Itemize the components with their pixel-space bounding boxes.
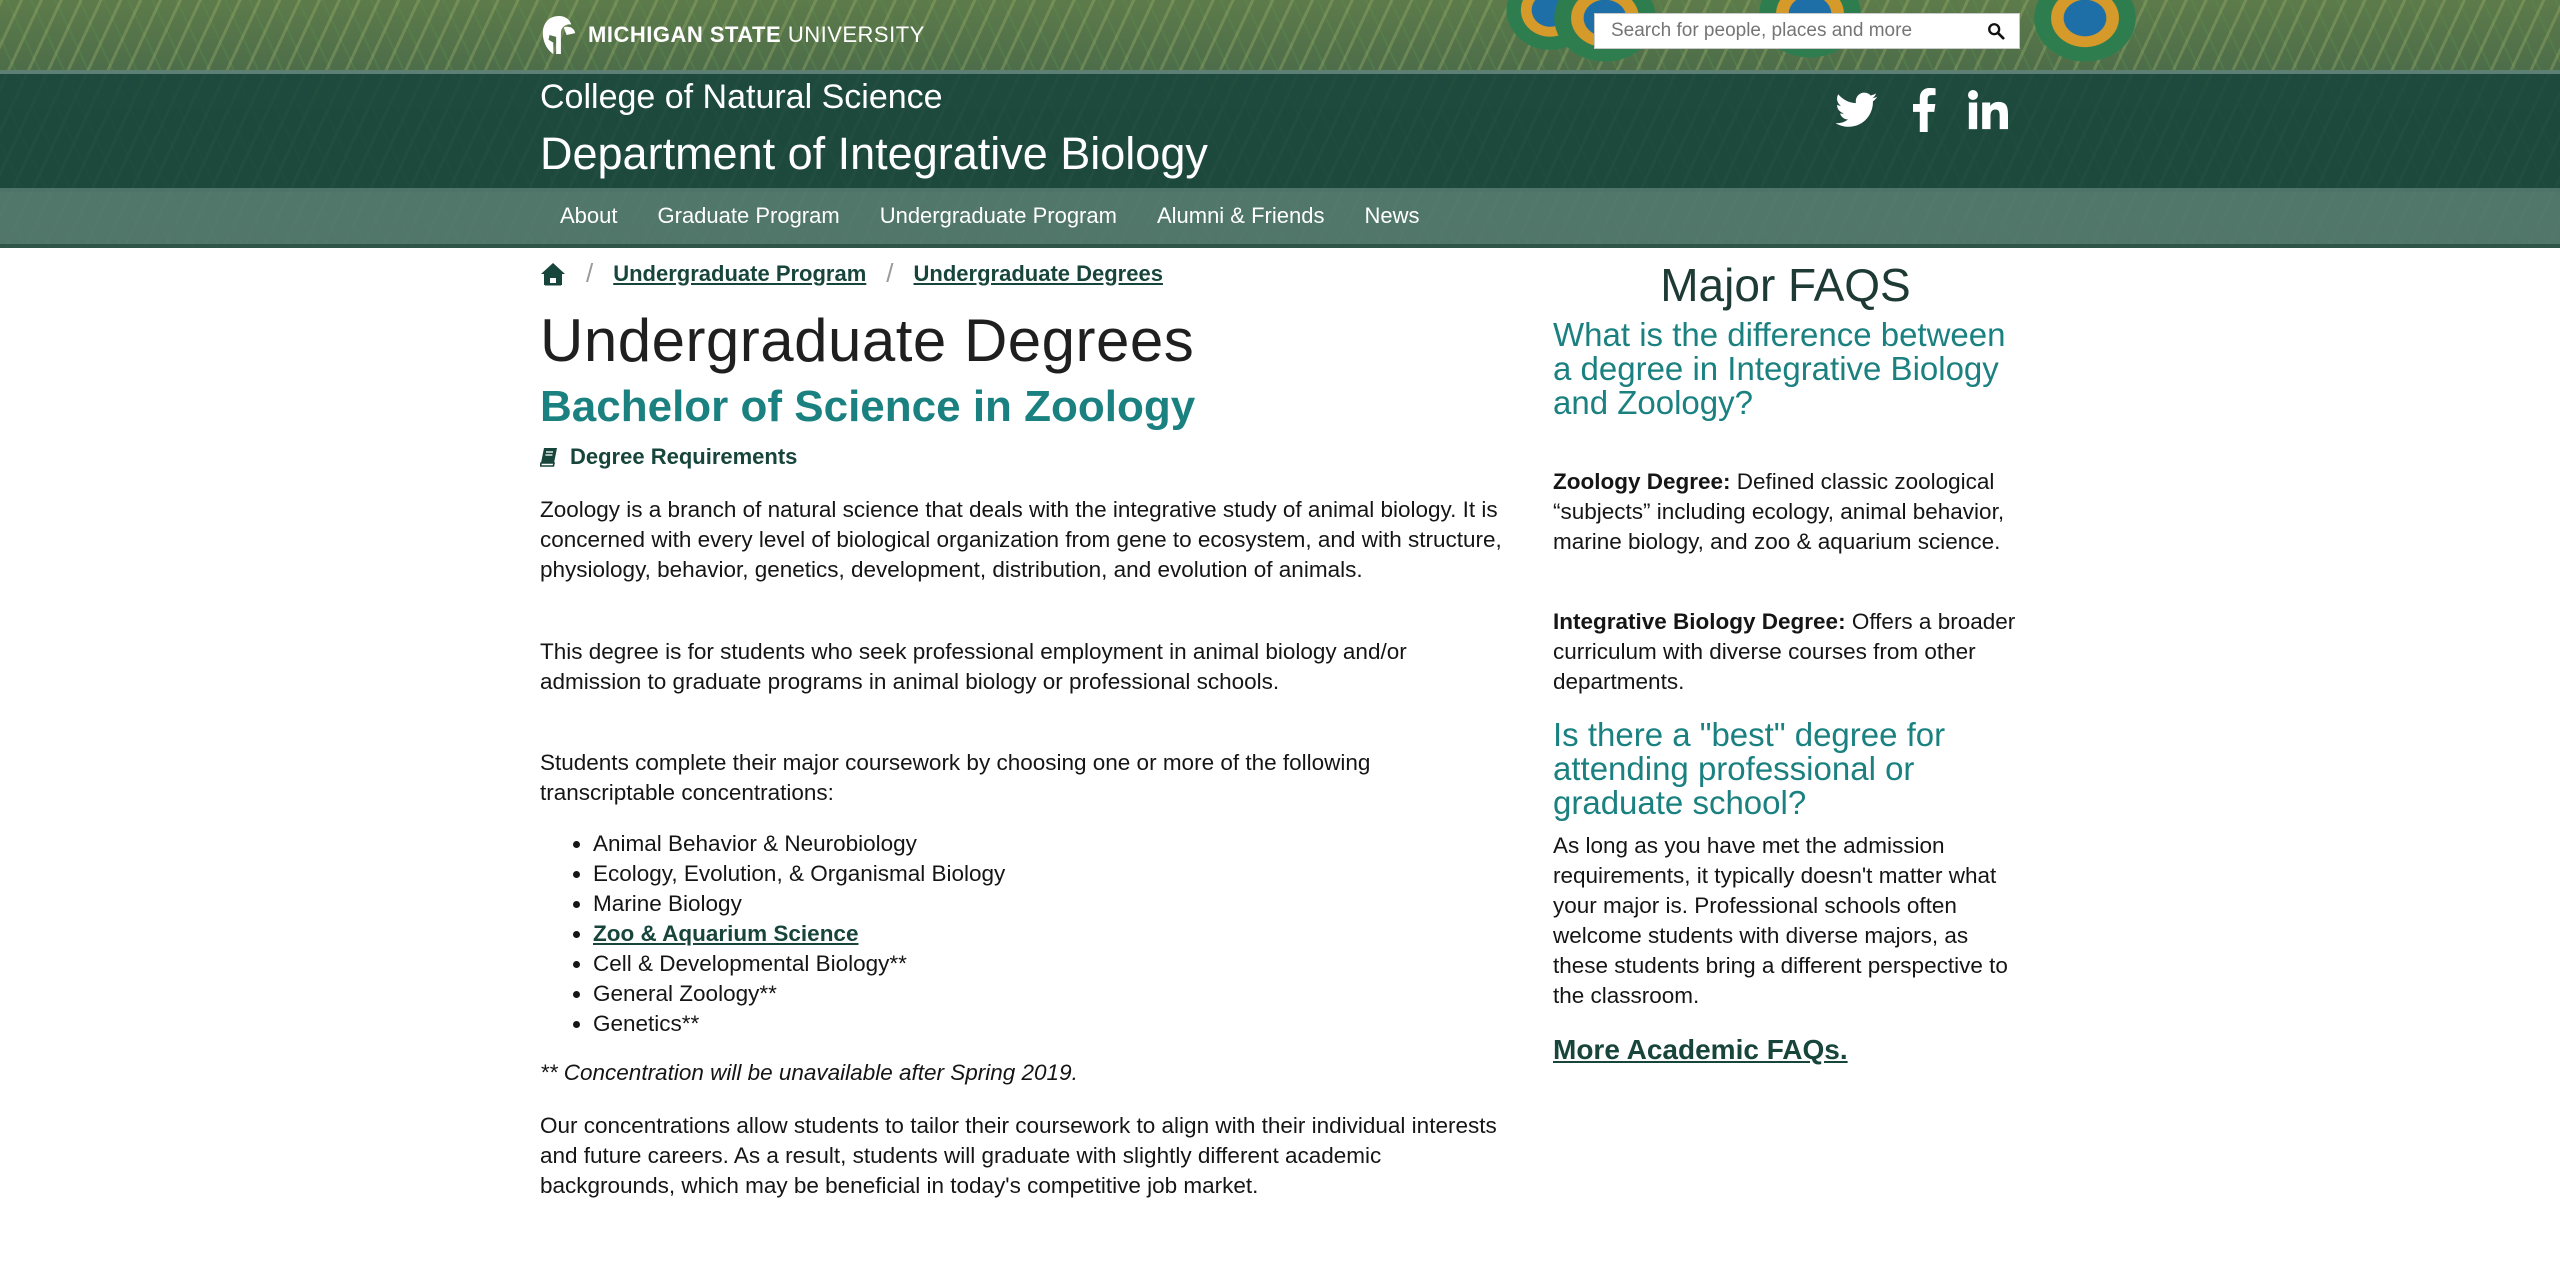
nav-divider [0,244,2560,248]
faq-question: Is there a "best" degree for attending p… [1553,716,1946,821]
faq-answer-zoology: Zoology Degree: Defined classic zoologic… [1553,467,2028,557]
faq-answer-best-degree: As long as you have met the admission re… [1553,833,2008,1008]
paragraph-text: Students complete their major coursework… [540,750,1371,805]
degree-title: Bachelor of Science in Zoology [540,382,1196,431]
search-icon[interactable] [1987,22,2005,40]
zoo-aquarium-link[interactable]: Zoo & Aquarium Science [593,921,858,946]
outcomes-paragraph: Our concentrations allow students to tai… [540,1111,1510,1201]
degree-requirements-link[interactable]: Degree Requirements [540,444,797,470]
department-name[interactable]: Department of Integrative Biology [540,128,1208,180]
search-input[interactable] [1595,15,1981,47]
twitter-icon[interactable] [1836,88,1878,132]
concentration-note: ** Concentration will be unavailable aft… [540,1060,1078,1085]
list-item: Animal Behavior & Neurobiology [593,829,1005,859]
faq-question: What is the difference between a degree … [1553,316,2006,421]
degree-requirements-label: Degree Requirements [570,444,798,469]
nav-alumni-friends[interactable]: Alumni & Friends [1137,188,1345,244]
nav-undergraduate-program[interactable]: Undergraduate Program [860,188,1137,244]
spartan-helmet-icon [542,16,576,54]
list-item: Ecology, Evolution, & Organismal Biology [593,859,1005,889]
zoology-degree-label: Zoology Degree: [1553,469,1731,494]
nav-graduate-program[interactable]: Graduate Program [638,188,860,244]
list-item: General Zoology** [593,979,1005,1009]
college-name[interactable]: College of Natural Science [540,78,943,117]
breadcrumb-separator: / [586,258,594,288]
department-band [0,70,2560,192]
university-name-light: UNIVERSITY [787,22,925,47]
breadcrumb-undergraduate-program[interactable]: Undergraduate Program [613,261,866,287]
list-item: Marine Biology [593,889,1005,919]
integrative-degree-label: Integrative Biology Degree: [1553,609,1846,634]
facebook-icon[interactable] [1912,88,1936,132]
paragraph-text: Our concentrations allow students to tai… [540,1113,1497,1198]
more-faqs-link[interactable]: More Academic FAQs. [1553,1034,1848,1066]
nav-news[interactable]: News [1344,188,1439,244]
linkedin-icon[interactable] [1968,88,2008,132]
concentrations-intro: Students complete their major coursework… [540,748,1510,808]
breadcrumb-separator: / [886,258,894,288]
audience-paragraph: This degree is for students who seek pro… [540,637,1510,697]
concentrations-list: Animal Behavior & Neurobiology Ecology, … [540,829,1005,1039]
nav-about[interactable]: About [540,188,638,244]
university-name-bold: MICHIGAN STATE [588,22,782,47]
paragraph-text: Zoology is a branch of natural science t… [540,497,1502,582]
list-item: Zoo & Aquarium Science [593,919,1005,949]
intro-paragraph: Zoology is a branch of natural science t… [540,495,1510,585]
main-nav: About Graduate Program Undergraduate Pro… [540,188,1439,244]
breadcrumb-undergraduate-degrees[interactable]: Undergraduate Degrees [914,261,1163,287]
faq-title: Major FAQS [1660,259,1911,311]
faq-answer-integrative: Integrative Biology Degree: Offers a bro… [1553,607,2028,697]
list-item: Cell & Developmental Biology** [593,949,1005,979]
page-title: Undergraduate Degrees [540,307,1195,374]
msu-logo[interactable]: MICHIGAN STATE UNIVERSITY [540,6,925,64]
breadcrumb: / Undergraduate Program / Undergraduate … [540,258,1163,289]
paragraph-text: This degree is for students who seek pro… [540,639,1407,694]
search-box [1594,13,2020,49]
home-icon[interactable] [540,262,566,286]
list-item: Genetics** [593,1009,1005,1039]
book-icon [540,448,557,467]
